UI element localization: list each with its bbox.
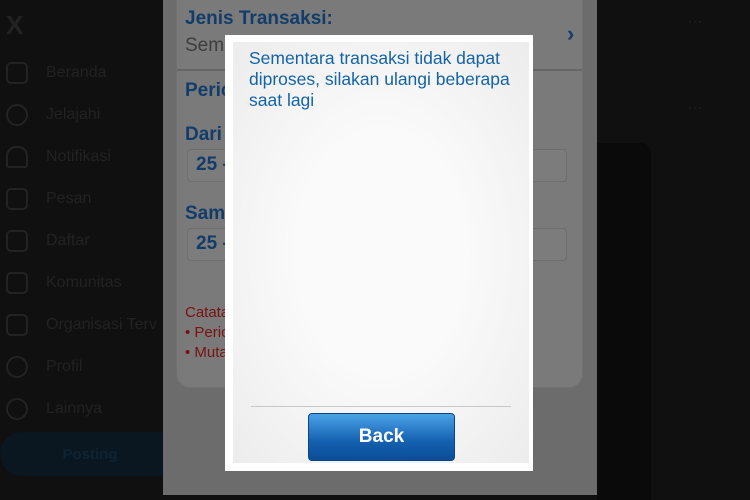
media-image: Jenis Transaksi: Semu › Peric Dari T 25 … — [163, 0, 597, 495]
search-icon — [6, 104, 28, 126]
lightning-icon — [6, 314, 28, 336]
sidebar-item-label: Beranda — [46, 64, 107, 81]
sidebar-item-lainnya[interactable]: Lainnya — [6, 388, 157, 430]
mail-icon — [6, 188, 28, 210]
back-button[interactable]: Back — [308, 413, 455, 461]
divider — [251, 406, 511, 407]
person-icon — [6, 356, 28, 378]
sidebar-item-pesan[interactable]: Pesan — [6, 178, 157, 220]
sidebar-item-label: Organisasi Terv — [46, 316, 157, 333]
more-icon[interactable]: ··· — [688, 100, 703, 114]
sidebar-item-label: Jelajahi — [46, 106, 101, 123]
dialog-message: Sementara transaksi tidak dapat diproses… — [249, 48, 510, 110]
more-icon[interactable]: ··· — [688, 14, 703, 28]
post-button[interactable]: Posting — [0, 432, 180, 476]
sidebar-item-label: Profil — [46, 358, 83, 375]
jenis-transaksi-label: Jenis Transaksi: — [185, 8, 333, 29]
sidebar-item-label: Pesan — [46, 190, 92, 207]
list-icon — [6, 230, 28, 252]
x-logo[interactable]: X — [6, 10, 23, 41]
more-circle-icon — [6, 398, 28, 420]
note-title: Catata — [185, 304, 230, 321]
right-panel — [597, 143, 651, 500]
note-item: • Peric — [185, 324, 229, 341]
sidebar-item-label: Notifikasi — [46, 148, 111, 165]
sidebar-item-organisasi[interactable]: Organisasi Terv — [6, 304, 157, 346]
sidebar-item-jelajahi[interactable]: Jelajahi — [6, 94, 157, 136]
sidebar-item-label: Daftar — [46, 232, 90, 249]
sidebar-item-label: Komunitas — [46, 274, 122, 291]
sidebar-item-profil[interactable]: Profil — [6, 346, 157, 388]
note-item: • Muta — [185, 344, 228, 361]
sidebar-nav: Beranda Jelajahi Notifikasi Pesan Daftar… — [6, 52, 157, 430]
sidebar-item-beranda[interactable]: Beranda — [6, 52, 157, 94]
sidebar-item-komunitas[interactable]: Komunitas — [6, 262, 157, 304]
sidebar-item-notifikasi[interactable]: Notifikasi — [6, 136, 157, 178]
home-icon — [6, 62, 28, 84]
sidebar-item-label: Lainnya — [46, 400, 103, 417]
error-dialog: Sementara transaksi tidak dapat diproses… — [225, 35, 533, 471]
bell-icon — [6, 146, 28, 168]
sidebar-item-daftar[interactable]: Daftar — [6, 220, 157, 262]
community-icon — [6, 272, 28, 294]
chevron-right-icon[interactable]: › — [567, 21, 574, 47]
